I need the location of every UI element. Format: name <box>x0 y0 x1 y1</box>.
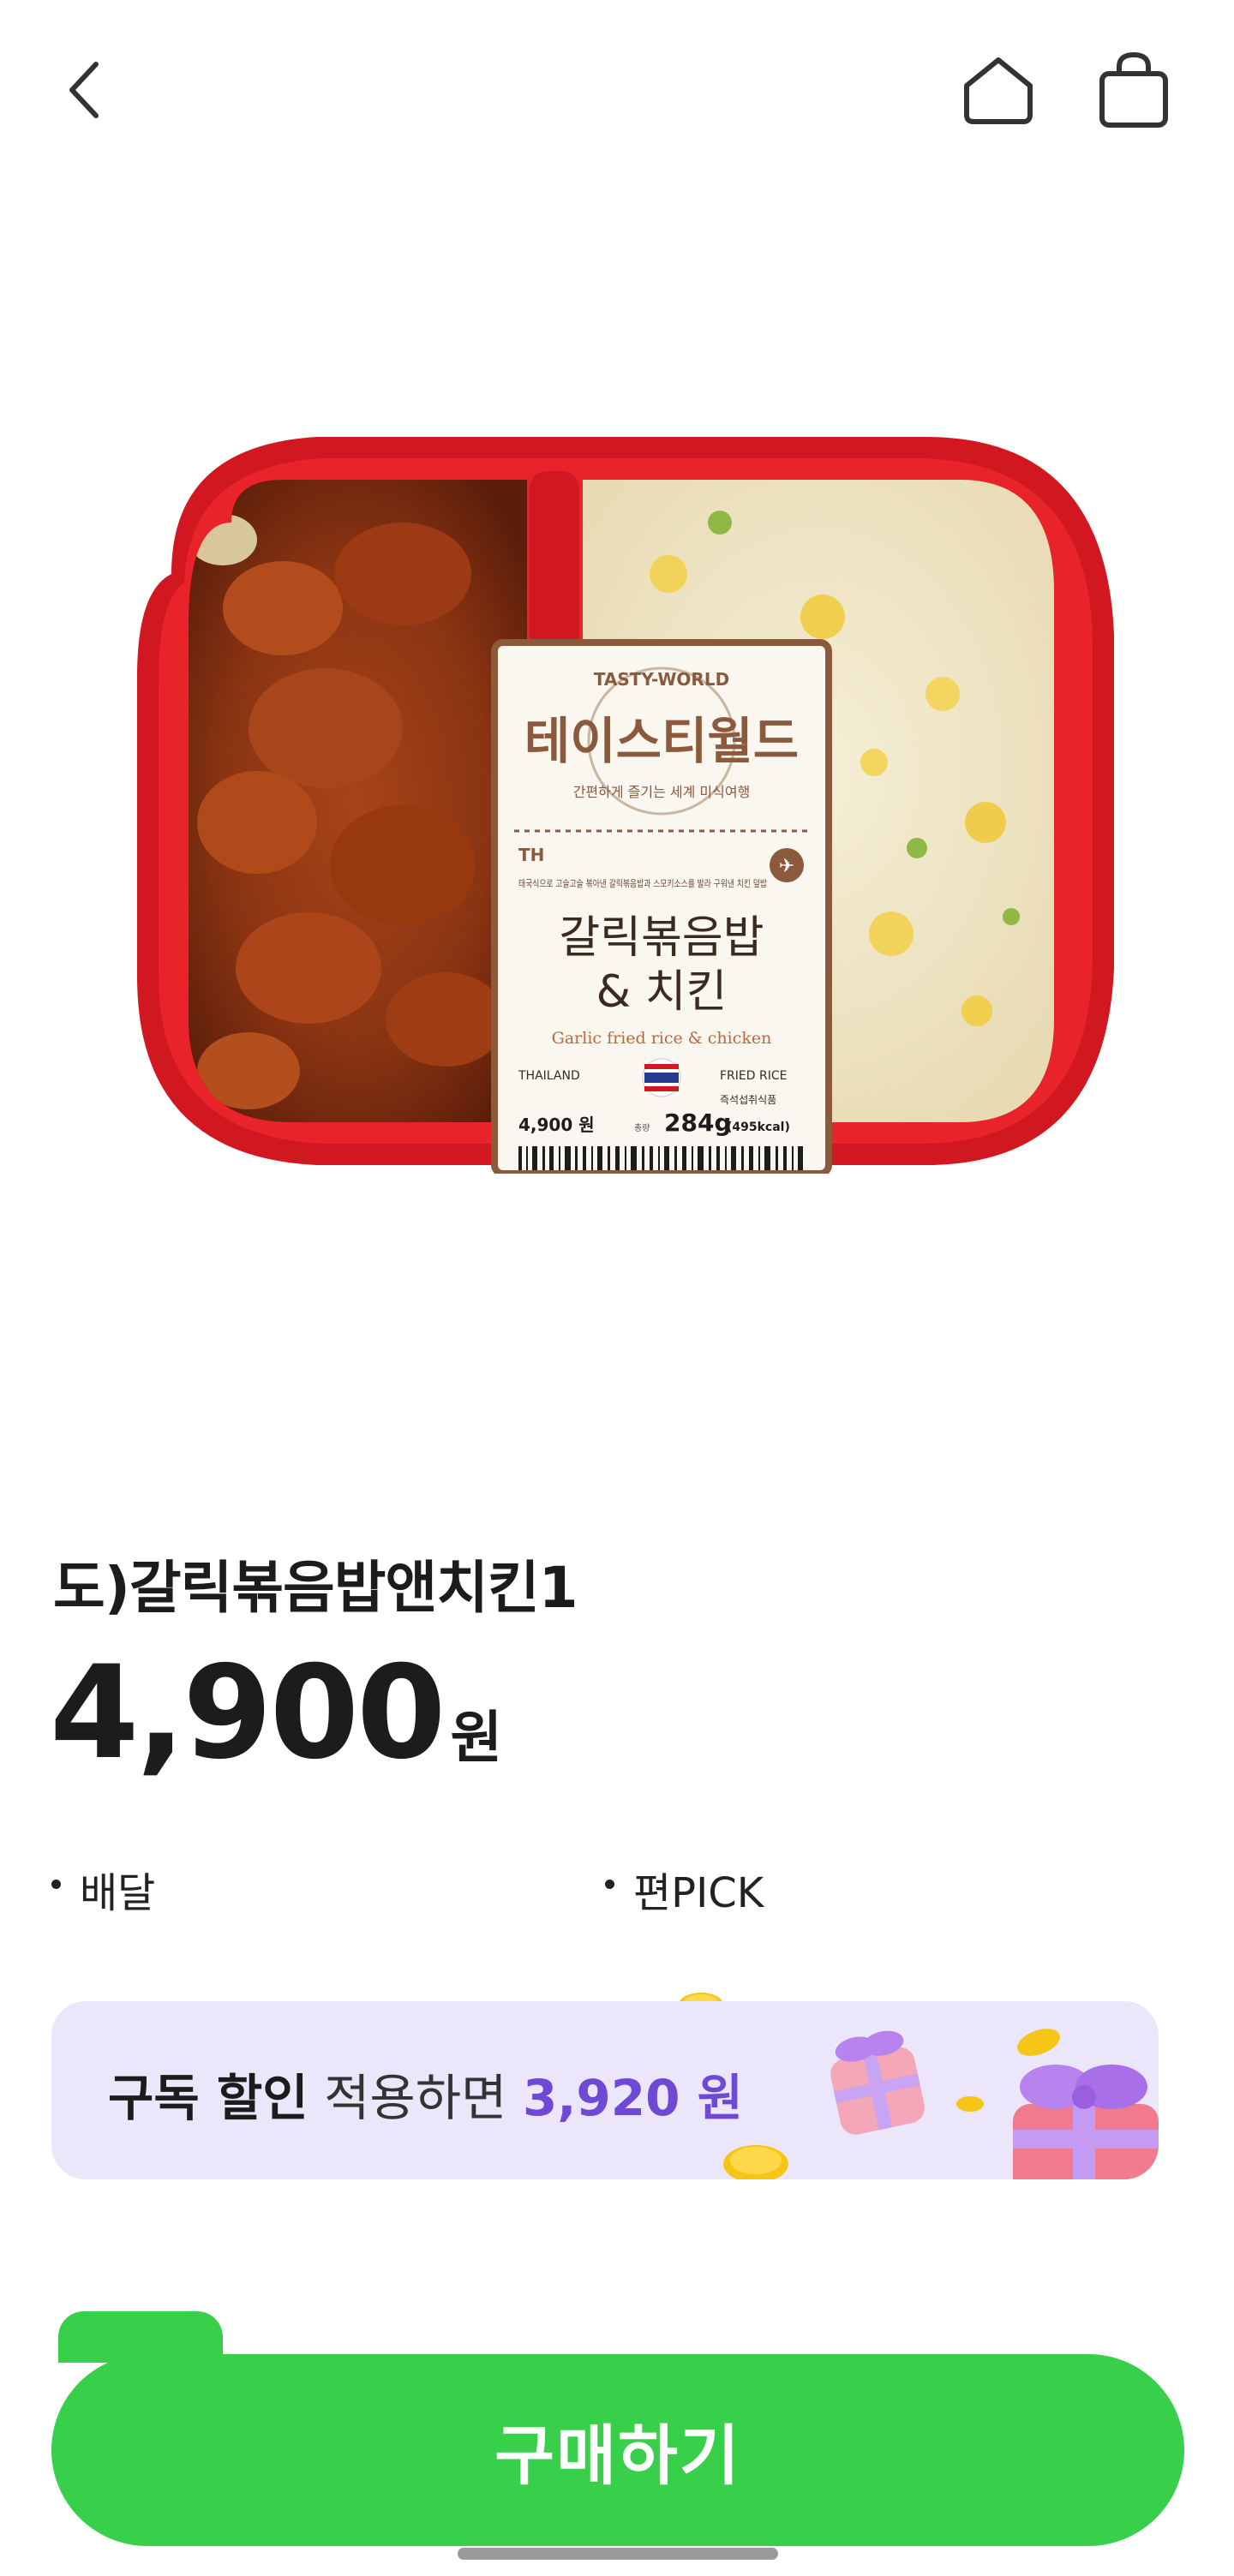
package-brand-ko: 테이스티월드 <box>524 712 799 770</box>
package-weight-label: 총량 <box>634 1123 650 1133</box>
bullet-icon <box>51 1879 61 1889</box>
package-description: 태국식으로 고슬고슬 볶아낸 갈릭볶음밥과 스모키소스를 발라 구워낸 치킨 덮… <box>518 877 767 889</box>
package-name-en: Garlic fried rice & chicken <box>552 1029 772 1048</box>
back-button[interactable] <box>39 43 133 137</box>
package-name-line2: & 치킨 <box>596 966 728 1018</box>
subscription-discount-banner[interactable]: 구독 할인 적용하면 3,920 원 <box>51 2001 1159 2179</box>
tag-label: 편PICK <box>633 1869 764 1917</box>
package-weight: 284g <box>664 1109 732 1137</box>
gift-illustration <box>723 2029 1159 2179</box>
banner-middle-text: 적용하면 <box>308 2069 523 2127</box>
price-amount: 4,900 <box>50 1639 446 1788</box>
airplane-icon: ✈ <box>779 856 794 877</box>
product-image: TASTY-WORLD 테이스티월드 간편하게 즐기는 세계 미식여행 TH ✈… <box>137 437 1114 1174</box>
coin-icon <box>956 2096 984 2112</box>
gift-icon <box>830 2030 925 2135</box>
package-brand-tagline: 간편하게 즐기는 세계 미식여행 <box>573 784 751 800</box>
product-price: 4,900 원 <box>50 1649 502 1778</box>
price-unit: 원 <box>450 1705 503 1771</box>
package-brand-en: TASTY-WORLD <box>594 669 729 690</box>
package-name-line1: 갈릭볶음밥 <box>559 912 764 964</box>
banner-strong-text: 구독 할인 <box>108 2069 308 2127</box>
product-title: 도)갈릭볶음밥앤치킨1 <box>53 1555 578 1621</box>
chevron-left-icon <box>69 62 99 118</box>
package-type-label: 즉석섭취식품 <box>720 1094 776 1106</box>
banner-text: 구독 할인 적용하면 3,920 원 <box>108 2058 743 2130</box>
package-category-label: FRIED RICE <box>720 1069 787 1083</box>
gift-icon <box>1013 2065 1159 2179</box>
thailand-flag-icon <box>642 1058 681 1097</box>
package-country-code: TH <box>518 845 544 865</box>
tag-delivery: 배달 <box>51 1859 155 1919</box>
package-country-label: THAILAND <box>518 1069 580 1083</box>
cart-button[interactable] <box>1087 43 1181 137</box>
package-label: TASTY-WORLD 테이스티월드 간편하게 즐기는 세계 미식여행 TH ✈… <box>491 639 832 1174</box>
top-bar <box>0 0 1234 180</box>
tag-pick: 편PICK <box>605 1859 764 1919</box>
shopping-bag-icon <box>1099 51 1168 128</box>
tag-label: 배달 <box>80 1869 156 1917</box>
package-price: 4,900 원 <box>518 1115 595 1135</box>
buy-button[interactable]: 구매하기 <box>51 2354 1184 2546</box>
bullet-icon <box>605 1879 614 1889</box>
home-indicator[interactable] <box>458 2548 778 2560</box>
package-kcal: (495kcal) <box>727 1121 790 1134</box>
home-icon <box>964 57 1033 124</box>
coin-icon <box>1017 2029 1060 2056</box>
home-button[interactable] <box>951 43 1045 137</box>
